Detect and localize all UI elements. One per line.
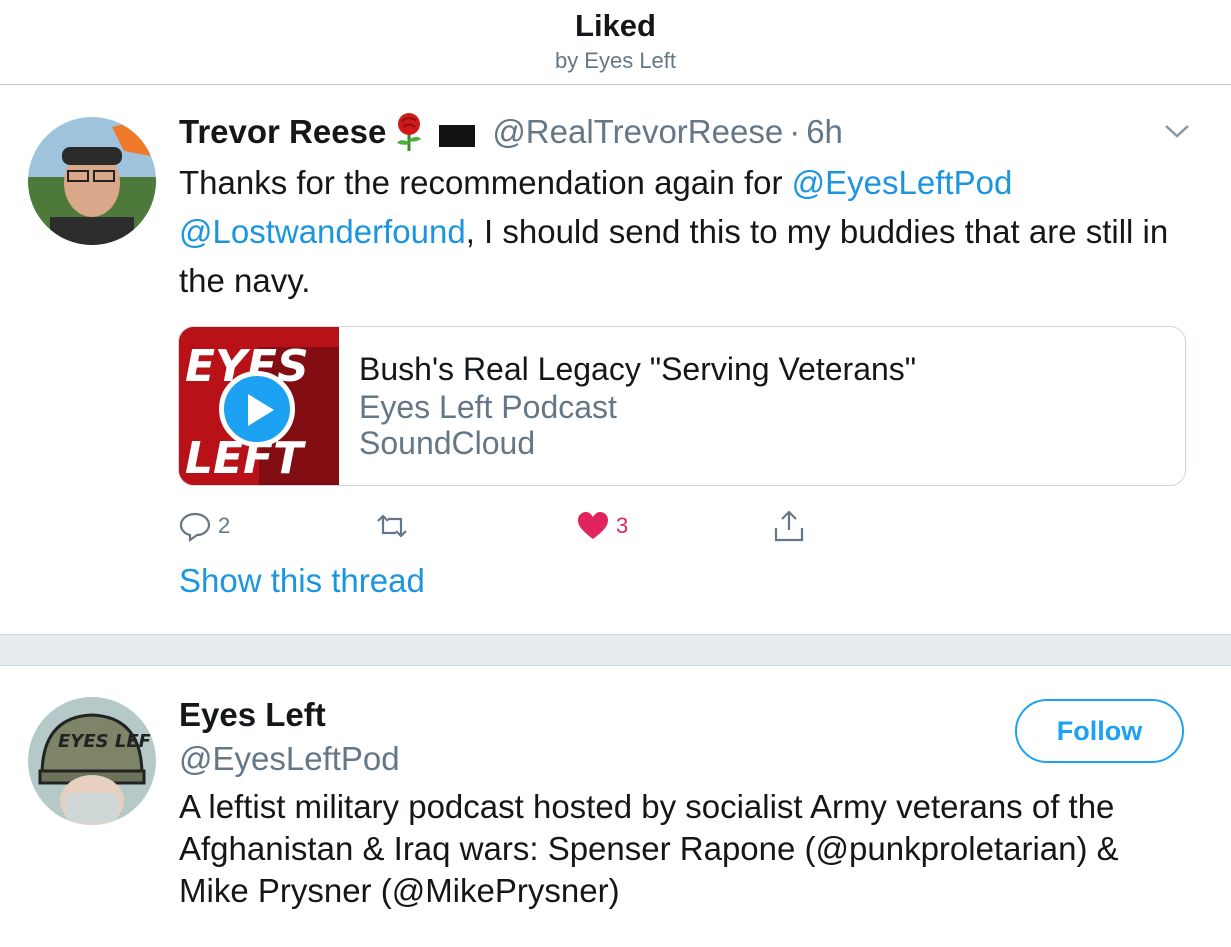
like-button[interactable]: 3 [576, 506, 628, 546]
card-domain: SoundCloud [359, 425, 536, 461]
black-flag-icon [438, 119, 476, 147]
rose-icon [392, 112, 426, 152]
show-thread-link[interactable]: Show this thread [179, 562, 425, 600]
chevron-down-icon[interactable] [1162, 119, 1192, 143]
share-button[interactable] [772, 506, 806, 546]
user-bio: A leftist military podcast hosted by soc… [179, 788, 1119, 909]
tweet-author-avatar[interactable] [28, 117, 156, 245]
reply-button[interactable]: 2 [178, 506, 230, 546]
play-icon [248, 394, 274, 426]
retweet-icon [377, 514, 407, 538]
section-separator [0, 634, 1231, 666]
card-title: Bush's Real Legacy "Serving Veterans" [359, 351, 917, 387]
liked-page: Liked by Eyes Left Trevor Reese @RealTre… [0, 0, 1231, 947]
page-header: Liked by Eyes Left [0, 0, 1231, 85]
mention-link[interactable]: @Lostwanderfound [179, 213, 466, 250]
card-thumbnail: EYES LEFT [179, 327, 339, 485]
user-avatar[interactable]: EYES LEFT [28, 697, 156, 825]
tweet-author-name[interactable]: Trevor Reese [179, 113, 386, 151]
reply-icon [179, 512, 211, 543]
heart-icon [578, 512, 608, 539]
user-cell[interactable]: EYES LEFT Eyes Left @EyesLeftPod Follow … [0, 666, 1231, 947]
page-title: Liked [575, 8, 656, 43]
tweet-header: Trevor Reese @RealTrevorReese · 6h [179, 112, 843, 152]
card-subtitle: Eyes Left Podcast [359, 389, 617, 425]
tweet-text-part: Thanks for the recommendation again for [179, 164, 792, 201]
share-icon [774, 510, 804, 542]
follow-button[interactable]: Follow [1015, 699, 1184, 763]
tweet-text: Thanks for the recommendation again for … [179, 158, 1199, 305]
tweet-timestamp[interactable]: 6h [806, 113, 843, 151]
mention-link[interactable]: @EyesLeftPod [792, 164, 1013, 201]
tweet-actions: 2 3 [178, 506, 838, 546]
retweet-button[interactable] [372, 506, 418, 546]
page-subtitle: by Eyes Left [554, 48, 677, 73]
user-handle[interactable]: @EyesLeftPod [179, 740, 400, 778]
avatar-helmet-text: EYES LEFT [58, 731, 156, 752]
link-card[interactable]: EYES LEFT Bush's Real Legacy "Serving Ve… [178, 326, 1186, 486]
play-button[interactable] [219, 371, 295, 447]
like-count: 3 [616, 513, 629, 538]
tweet-author-handle[interactable]: @RealTrevorReese [492, 113, 783, 151]
tweet[interactable]: Trevor Reese @RealTrevorReese · 6h Thank… [0, 86, 1231, 634]
user-name[interactable]: Eyes Left [179, 696, 326, 734]
header-separator: · [789, 113, 801, 150]
reply-count: 2 [218, 513, 231, 538]
